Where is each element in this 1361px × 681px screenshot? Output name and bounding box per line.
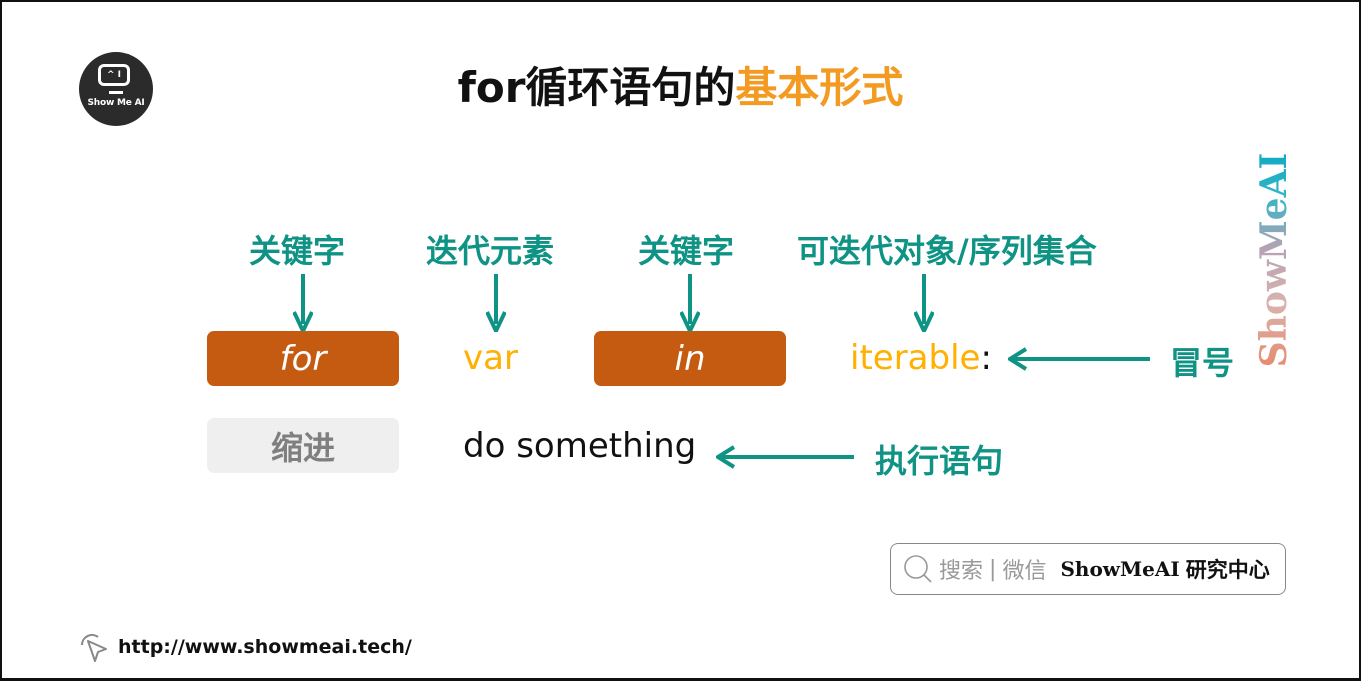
iterable-token: iterable:: [850, 338, 992, 378]
website-url[interactable]: http://www.showmeai.tech/: [118, 636, 412, 658]
down-arrow-icon: [914, 274, 934, 332]
wechat-text: 微信: [1002, 559, 1047, 584]
down-arrow-icon: [486, 274, 506, 332]
in-keyword-box: in: [594, 331, 786, 386]
do-something-statement: do something: [463, 426, 697, 466]
search-icon: [904, 555, 932, 583]
colon-token: :: [980, 338, 992, 378]
research-center-text: 研究中心: [1185, 558, 1270, 582]
search-text: 搜索: [939, 559, 984, 584]
left-arrow-icon: [1008, 347, 1150, 371]
footer-link[interactable]: http://www.showmeai.tech/: [76, 629, 412, 665]
down-arrow-icon: [680, 274, 700, 332]
label-iter-element: 迭代元素: [426, 232, 555, 270]
var-token: var: [463, 338, 518, 378]
title-main: for循环语句的: [457, 63, 736, 112]
wechat-search-badge: 搜索 | 微信 ShowMeAI 研究中心: [890, 543, 1286, 595]
left-arrow-icon: [716, 445, 854, 469]
side-brand-watermark: ShowMeAI: [1253, 152, 1295, 367]
brand-text: ShowMeAI: [1060, 557, 1180, 581]
cursor-click-icon: [81, 634, 107, 662]
label-keyword-for: 关键字: [249, 232, 346, 270]
page-title: for循环语句的基本形式: [2, 54, 1359, 115]
down-arrow-icon: [293, 274, 313, 332]
separator: |: [989, 556, 997, 582]
label-keyword-in: 关键字: [638, 232, 735, 270]
label-colon: 冒号: [1170, 344, 1235, 382]
for-keyword-box: for: [207, 331, 399, 386]
title-highlight: 基本形式: [735, 63, 904, 112]
label-iterable-object: 可迭代对象/序列集合: [797, 232, 1097, 270]
label-exec-statement: 执行语句: [875, 442, 1004, 480]
slide-frame: ^ I Show Me AI for循环语句的基本形式 关键字 迭代元素 关键字…: [0, 0, 1361, 681]
indent-box: 缩进: [207, 418, 399, 473]
